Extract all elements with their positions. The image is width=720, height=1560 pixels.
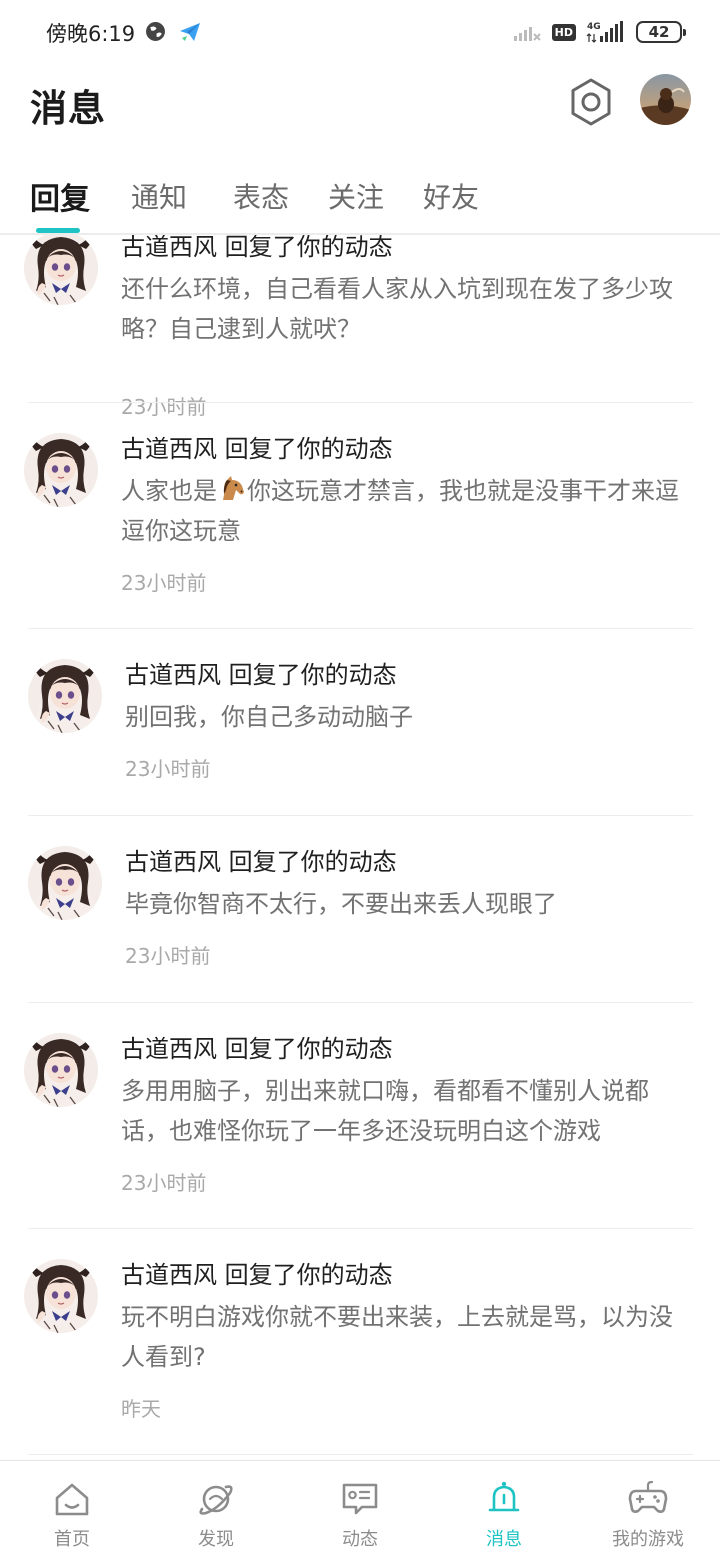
anime-girl-avatar-image	[24, 433, 98, 507]
tab-reactions[interactable]: 表态	[233, 176, 289, 216]
avatar[interactable]	[24, 235, 98, 305]
status-bar: 傍晚6:19 HD 4G 42	[0, 0, 720, 62]
anime-girl-avatar-image	[28, 659, 102, 733]
anime-girl-avatar-image	[24, 235, 98, 305]
message-title: 古道西风 回复了你的动态	[125, 844, 685, 880]
message-title: 古道西风 回复了你的动态	[121, 1257, 681, 1293]
horse-emoji	[223, 476, 244, 500]
user-avatar[interactable]	[640, 74, 691, 125]
bell-icon	[488, 1481, 520, 1512]
nav-label: 发现	[198, 1529, 234, 1550]
message-title: 古道西风 回复了你的动态	[125, 657, 685, 693]
planet-icon	[199, 1485, 233, 1515]
action-text: 回复了你的动态	[224, 435, 393, 463]
nav-label: 动态	[342, 1529, 378, 1550]
status-indicators: HD 4G 42	[513, 18, 686, 46]
tab-reply[interactable]: 回复	[30, 174, 90, 218]
message-time: 23小时前	[121, 571, 207, 595]
tab-follows[interactable]: 关注	[328, 176, 384, 216]
tab-notifications[interactable]: 通知	[131, 176, 187, 216]
message-time: 23小时前	[125, 757, 211, 781]
hd-badge: HD	[551, 23, 576, 41]
avatar[interactable]	[28, 846, 102, 920]
list-item[interactable]: 古道西风 回复了你的动态 毕竟你智商不太行，不要出来丢人现眼了 23小时前	[0, 816, 720, 1003]
feed-icon	[342, 1483, 378, 1515]
action-text: 回复了你的动态	[224, 1261, 393, 1289]
tab-friends[interactable]: 好友	[423, 176, 479, 216]
list-item[interactable]: 古道西风 回复了你的动态 还什么环境，自己看看人家从入坑到现在发了多少攻略？自己…	[0, 235, 720, 419]
nav-discover[interactable]: 发现	[144, 1461, 288, 1560]
author-name[interactable]: 古道西风	[121, 435, 217, 463]
page-title: 消息	[30, 87, 106, 130]
home-icon	[55, 1483, 89, 1516]
anime-girl-avatar-image	[24, 1259, 98, 1333]
author-name[interactable]: 古道西风	[121, 235, 217, 261]
battery-indicator: 42	[636, 21, 686, 43]
author-name[interactable]: 古道西风	[125, 848, 221, 876]
message-title: 古道西风 回复了你的动态	[121, 431, 681, 467]
anime-girl-avatar-image	[24, 1033, 98, 1107]
bottom-nav: 首页 发现 动态 消息 我的游戏	[0, 1460, 720, 1560]
avatar[interactable]	[24, 1033, 98, 1107]
message-time: 23小时前	[121, 1171, 207, 1195]
message-time: 昨天	[121, 1397, 161, 1421]
author-name[interactable]: 古道西风	[121, 1261, 217, 1289]
status-time: 傍晚6:19	[46, 22, 136, 46]
anime-girl-avatar-image	[28, 846, 102, 920]
nav-label: 我的游戏	[612, 1529, 684, 1550]
globe-icon	[146, 22, 165, 41]
message-title: 古道西风 回复了你的动态	[121, 235, 681, 265]
list-item[interactable]: 古道西风 回复了你的动态 多用用脑子，别出来就口嗨，看都看不懂别人说都话，也难怪…	[0, 1003, 720, 1229]
avatar[interactable]	[28, 659, 102, 733]
svg-text:4G: 4G	[587, 22, 601, 32]
avatar[interactable]	[24, 1259, 98, 1333]
nav-messages[interactable]: 消息	[432, 1461, 576, 1560]
message-list[interactable]: 古道西风 回复了你的动态 还什么环境，自己看看人家从入坑到现在发了多少攻略？自己…	[0, 235, 720, 1460]
message-tabs: 回复 通知 表态 关注 好友	[0, 162, 720, 234]
message-title: 古道西风 回复了你的动态	[121, 1031, 681, 1067]
gear-icon	[571, 78, 611, 126]
paper-plane-icon	[180, 23, 200, 41]
avatar[interactable]	[24, 433, 98, 507]
list-item[interactable]: 古道西风 回复了你的动态 别回我，你自己多动动脑子 23小时前	[0, 629, 720, 816]
list-item[interactable]: 古道西风 回复了你的动态 玩不明白游戏你就不要出来装，上去就是骂，以为没人看到?…	[0, 1229, 720, 1455]
message-text: 人家也是 你这玩意才禁言，我也就是没事干才来逗逗你这玩意	[121, 471, 681, 551]
gamepad-icon	[628, 1480, 668, 1513]
list-item[interactable]: 古道西风 回复了你的动态 人家也是 你这玩意才禁言，我也就是没事干才来逗逗你这玩…	[0, 403, 720, 629]
action-text: 回复了你的动态	[228, 848, 397, 876]
message-text: 多用用脑子，别出来就口嗨，看都看不懂别人说都话，也难怪你玩了一年多还没玩明白这个…	[121, 1077, 649, 1145]
message-text: 别回我，你自己多动动脑子	[125, 703, 413, 731]
divider	[28, 1454, 693, 1455]
message-time: 23小时前	[125, 944, 211, 968]
action-text: 回复了你的动态	[224, 1035, 393, 1063]
nav-label: 消息	[486, 1529, 522, 1550]
settings-button[interactable]	[567, 76, 615, 128]
nav-my-games[interactable]: 我的游戏	[576, 1461, 720, 1560]
author-name[interactable]: 古道西风	[121, 1035, 217, 1063]
action-text: 回复了你的动态	[228, 661, 397, 689]
message-text: 毕竟你智商不太行，不要出来丢人现眼了	[125, 890, 557, 918]
action-text: 回复了你的动态	[224, 235, 393, 261]
nav-label: 首页	[54, 1529, 90, 1550]
signal-weak-icon	[513, 27, 541, 41]
message-text-part: 人家也是	[121, 477, 217, 505]
signal-4g-icon: 4G	[586, 21, 623, 43]
message-text: 玩不明白游戏你就不要出来装，上去就是骂，以为没人看到?	[121, 1303, 673, 1371]
nav-home[interactable]: 首页	[0, 1461, 144, 1560]
message-text: 还什么环境，自己看看人家从入坑到现在发了多少攻略？自己逮到人就吠？	[121, 275, 673, 343]
nav-feed[interactable]: 动态	[288, 1461, 432, 1560]
author-name[interactable]: 古道西风	[125, 661, 221, 689]
